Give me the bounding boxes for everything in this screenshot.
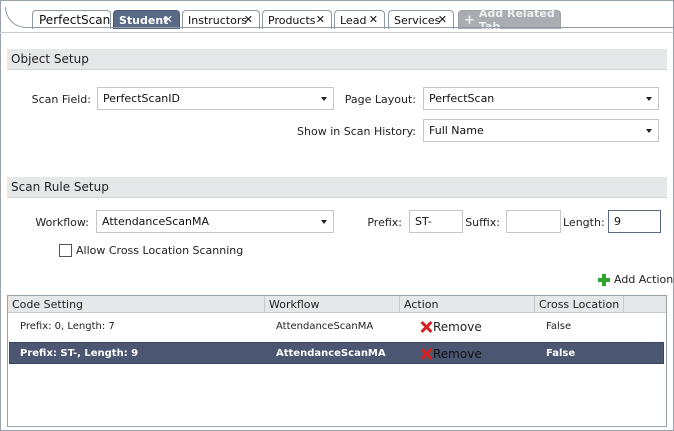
plus-icon xyxy=(598,273,610,286)
close-icon[interactable]: ✕ xyxy=(316,13,325,26)
prefix-input[interactable]: ST- xyxy=(409,210,463,233)
tab-lead-label: Lead xyxy=(340,13,367,27)
length-label: Length: xyxy=(563,216,605,229)
tab-instructors-label: Instructors xyxy=(188,13,248,27)
close-icon[interactable]: ✕ xyxy=(164,13,173,26)
table-header: Code Setting Workflow Action Cross Locat… xyxy=(8,296,666,313)
cross-location-cell: False xyxy=(546,321,572,332)
scan-rule-header: Scan Rule Setup xyxy=(7,177,667,198)
tab-products-label: Products xyxy=(268,13,316,27)
column-header-code-setting[interactable]: Code Setting xyxy=(8,296,265,313)
tab-services-label: Services xyxy=(394,13,441,27)
page-layout-label: Page Layout: xyxy=(344,93,416,106)
remove-button[interactable]: Remove xyxy=(420,343,482,365)
object-setup-header: Object Setup xyxy=(7,49,667,70)
scan-history-value: Full Name xyxy=(429,124,484,137)
delete-icon xyxy=(420,348,432,360)
column-header-action[interactable]: Action xyxy=(400,296,535,313)
add-action-button[interactable]: Add Action xyxy=(598,273,673,286)
table-row[interactable]: Prefix: 0, Length: 7 AttendanceScanMA Re… xyxy=(9,316,664,338)
chevron-down-icon xyxy=(646,97,652,101)
divider xyxy=(0,32,674,33)
cross-location-cell: False xyxy=(546,348,576,359)
code-setting-cell: Prefix: 0, Length: 7 xyxy=(20,321,115,332)
add-action-label: Add Action xyxy=(614,273,674,286)
plus-icon: + xyxy=(464,12,475,28)
scan-history-select[interactable]: Full Name xyxy=(423,119,659,142)
chevron-down-icon xyxy=(321,220,327,224)
remove-label: Remove xyxy=(433,320,482,334)
scan-field-label: Scan Field: xyxy=(31,93,91,106)
close-icon[interactable]: ✕ xyxy=(438,13,447,26)
column-header-workflow[interactable]: Workflow xyxy=(265,296,400,313)
tab-bar-curve xyxy=(5,7,35,28)
prefix-label: Prefix: xyxy=(367,216,402,229)
page-layout-value: PerfectScan xyxy=(429,92,495,105)
tab-bar: PerfectScan Student ✕ Instructors ✕ Prod… xyxy=(1,1,673,33)
tab-perfectscan-label: PerfectScan xyxy=(39,13,111,27)
code-setting-cell: Prefix: ST-, Length: 9 xyxy=(20,348,139,359)
workflow-value: AttendanceScanMA xyxy=(102,215,209,228)
workflow-cell: AttendanceScanMA xyxy=(276,348,386,359)
length-input[interactable]: 9 xyxy=(608,210,661,233)
scan-field-select[interactable]: PerfectScanID xyxy=(97,87,334,110)
column-header-cross-location[interactable]: Cross Location xyxy=(535,296,624,313)
workflow-cell: AttendanceScanMA xyxy=(276,321,374,332)
remove-button[interactable]: Remove xyxy=(420,316,482,338)
chevron-down-icon xyxy=(321,97,327,101)
suffix-input[interactable] xyxy=(506,210,561,233)
cross-location-checkbox[interactable] xyxy=(59,244,72,257)
rules-table: Code Setting Workflow Action Cross Locat… xyxy=(7,295,667,427)
cross-location-label: Allow Cross Location Scanning xyxy=(76,244,244,257)
close-icon[interactable]: ✕ xyxy=(369,13,378,26)
scan-field-value: PerfectScanID xyxy=(103,92,180,105)
close-icon[interactable]: ✕ xyxy=(244,13,253,26)
table-row-selected[interactable]: Prefix: ST-, Length: 9 AttendanceScanMA … xyxy=(9,342,664,364)
workflow-select[interactable]: AttendanceScanMA xyxy=(96,210,334,233)
suffix-label: Suffix: xyxy=(465,216,500,229)
delete-icon xyxy=(420,321,432,333)
remove-label: Remove xyxy=(433,347,482,361)
tab-baseline xyxy=(31,27,673,28)
workflow-label: Workflow: xyxy=(35,216,89,229)
add-related-tab-label: Add Related Tab xyxy=(478,7,555,33)
tab-student-label: Student xyxy=(119,13,169,27)
chevron-down-icon xyxy=(646,129,652,133)
scan-history-label: Show in Scan History: xyxy=(297,125,416,138)
page-layout-select[interactable]: PerfectScan xyxy=(423,87,659,110)
